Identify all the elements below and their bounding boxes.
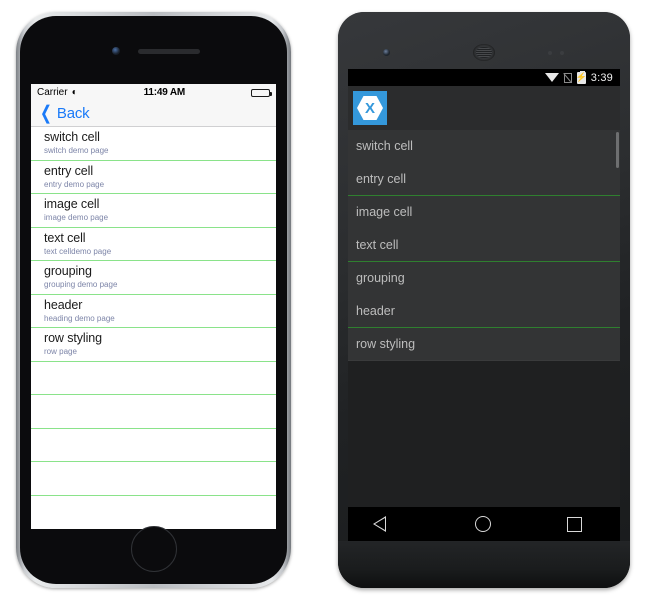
list-item[interactable]: image cell [348, 196, 620, 229]
android-screen: ⚡ 3:39 X switch cell entry cell image cell… [348, 69, 620, 541]
android-action-bar: X [348, 86, 620, 130]
xamarin-logo-icon[interactable]: X [353, 91, 387, 125]
list-item[interactable]: grouping grouping demo page [31, 261, 276, 295]
ios-navigation-bar: ❮ Back [31, 101, 276, 127]
battery-charging-icon: ⚡ [575, 70, 587, 84]
letter-x-glyph: X [364, 99, 375, 117]
list-item[interactable]: header heading demo page [31, 294, 276, 328]
android-chin [338, 541, 630, 588]
android-navigation-bar [348, 507, 620, 541]
android-device: ⚡ 3:39 X switch cell entry cell image cell… [338, 12, 630, 588]
square-recents-icon[interactable] [567, 516, 582, 532]
list-item-empty [31, 462, 276, 496]
list-item[interactable]: switch cell switch demo page [31, 127, 276, 161]
ios-status-right [251, 88, 272, 97]
ios-clock: 11:49 AM [143, 87, 186, 98]
list-item-subtitle: entry demo page [44, 179, 105, 189]
list-item[interactable]: text cell [348, 229, 620, 262]
iphone-body: Carrier ◐ 11:49 AM ❮ Back switch cell swi… [20, 16, 287, 584]
list-item-subtitle: grouping demo page [44, 280, 118, 289]
back-button-label: Back [56, 105, 90, 122]
android-body: ⚡ 3:39 X switch cell entry cell image cell… [338, 12, 630, 588]
iphone-screen: Carrier ◐ 11:49 AM ❮ Back switch cell swi… [31, 84, 276, 529]
list-item-subtitle: heading demo page [44, 313, 115, 323]
list-item-title: image cell [44, 197, 100, 211]
list-item[interactable]: entry cell entry demo page [31, 160, 276, 194]
carrier-label: Carrier [37, 87, 68, 98]
list-item[interactable]: entry cell [348, 163, 620, 196]
no-sim-icon [563, 72, 572, 83]
list-item-empty [31, 428, 276, 462]
ios-status-bar: Carrier ◐ 11:49 AM [31, 84, 276, 101]
list-item[interactable]: grouping [348, 262, 620, 295]
earpiece-speaker [137, 49, 200, 54]
scrollbar-thumb[interactable] [616, 132, 619, 168]
list-item-title: text cell [44, 230, 86, 245]
list-item-title: row styling [44, 331, 102, 345]
list-item-empty [31, 395, 276, 429]
list-item[interactable]: row styling row page [31, 328, 276, 362]
list-item-title: grouping [44, 264, 92, 278]
iphone-device: Carrier ◐ 11:49 AM ❮ Back switch cell swi… [16, 12, 291, 588]
chevron-left-icon: ❮ [39, 103, 52, 124]
list-item[interactable]: image cell image demo page [31, 194, 276, 228]
ios-status-left: Carrier ◐ [37, 87, 78, 98]
ios-list-view[interactable]: switch cell switch demo page entry cell ent… [31, 127, 276, 496]
list-item-subtitle: image demo page [44, 213, 109, 222]
list-item-title: switch cell [44, 130, 100, 144]
list-item-title: entry cell [44, 163, 94, 178]
back-button[interactable]: ❮ Back [38, 103, 90, 124]
battery-full-icon [251, 88, 272, 97]
list-item[interactable]: header [348, 295, 620, 328]
android-list-view[interactable]: switch cell entry cell image cell text cell… [348, 130, 620, 361]
android-clock: 3:39 [590, 71, 613, 84]
list-item[interactable]: text cell text celldemo page [31, 227, 276, 261]
list-item[interactable]: row styling [348, 328, 620, 361]
front-camera-icon [112, 47, 120, 55]
list-item-empty [31, 361, 276, 395]
list-item-subtitle: switch demo page [44, 146, 109, 155]
earpiece-speaker [473, 44, 495, 61]
android-status-bar: ⚡ 3:39 [348, 69, 620, 86]
front-camera-icon [383, 49, 390, 56]
list-item-title: header [44, 297, 83, 312]
wifi-icon [544, 72, 559, 82]
circle-home-icon[interactable] [475, 516, 491, 532]
list-item-subtitle: row page [44, 347, 77, 356]
hexagon-shape: X [357, 96, 383, 120]
proximity-sensor-icon [548, 51, 552, 55]
list-item-subtitle: text celldemo page [44, 246, 112, 256]
list-item[interactable]: switch cell [348, 130, 620, 163]
home-button[interactable] [130, 526, 177, 572]
triangle-back-icon[interactable] [373, 516, 399, 532]
light-sensor-icon [560, 51, 564, 55]
